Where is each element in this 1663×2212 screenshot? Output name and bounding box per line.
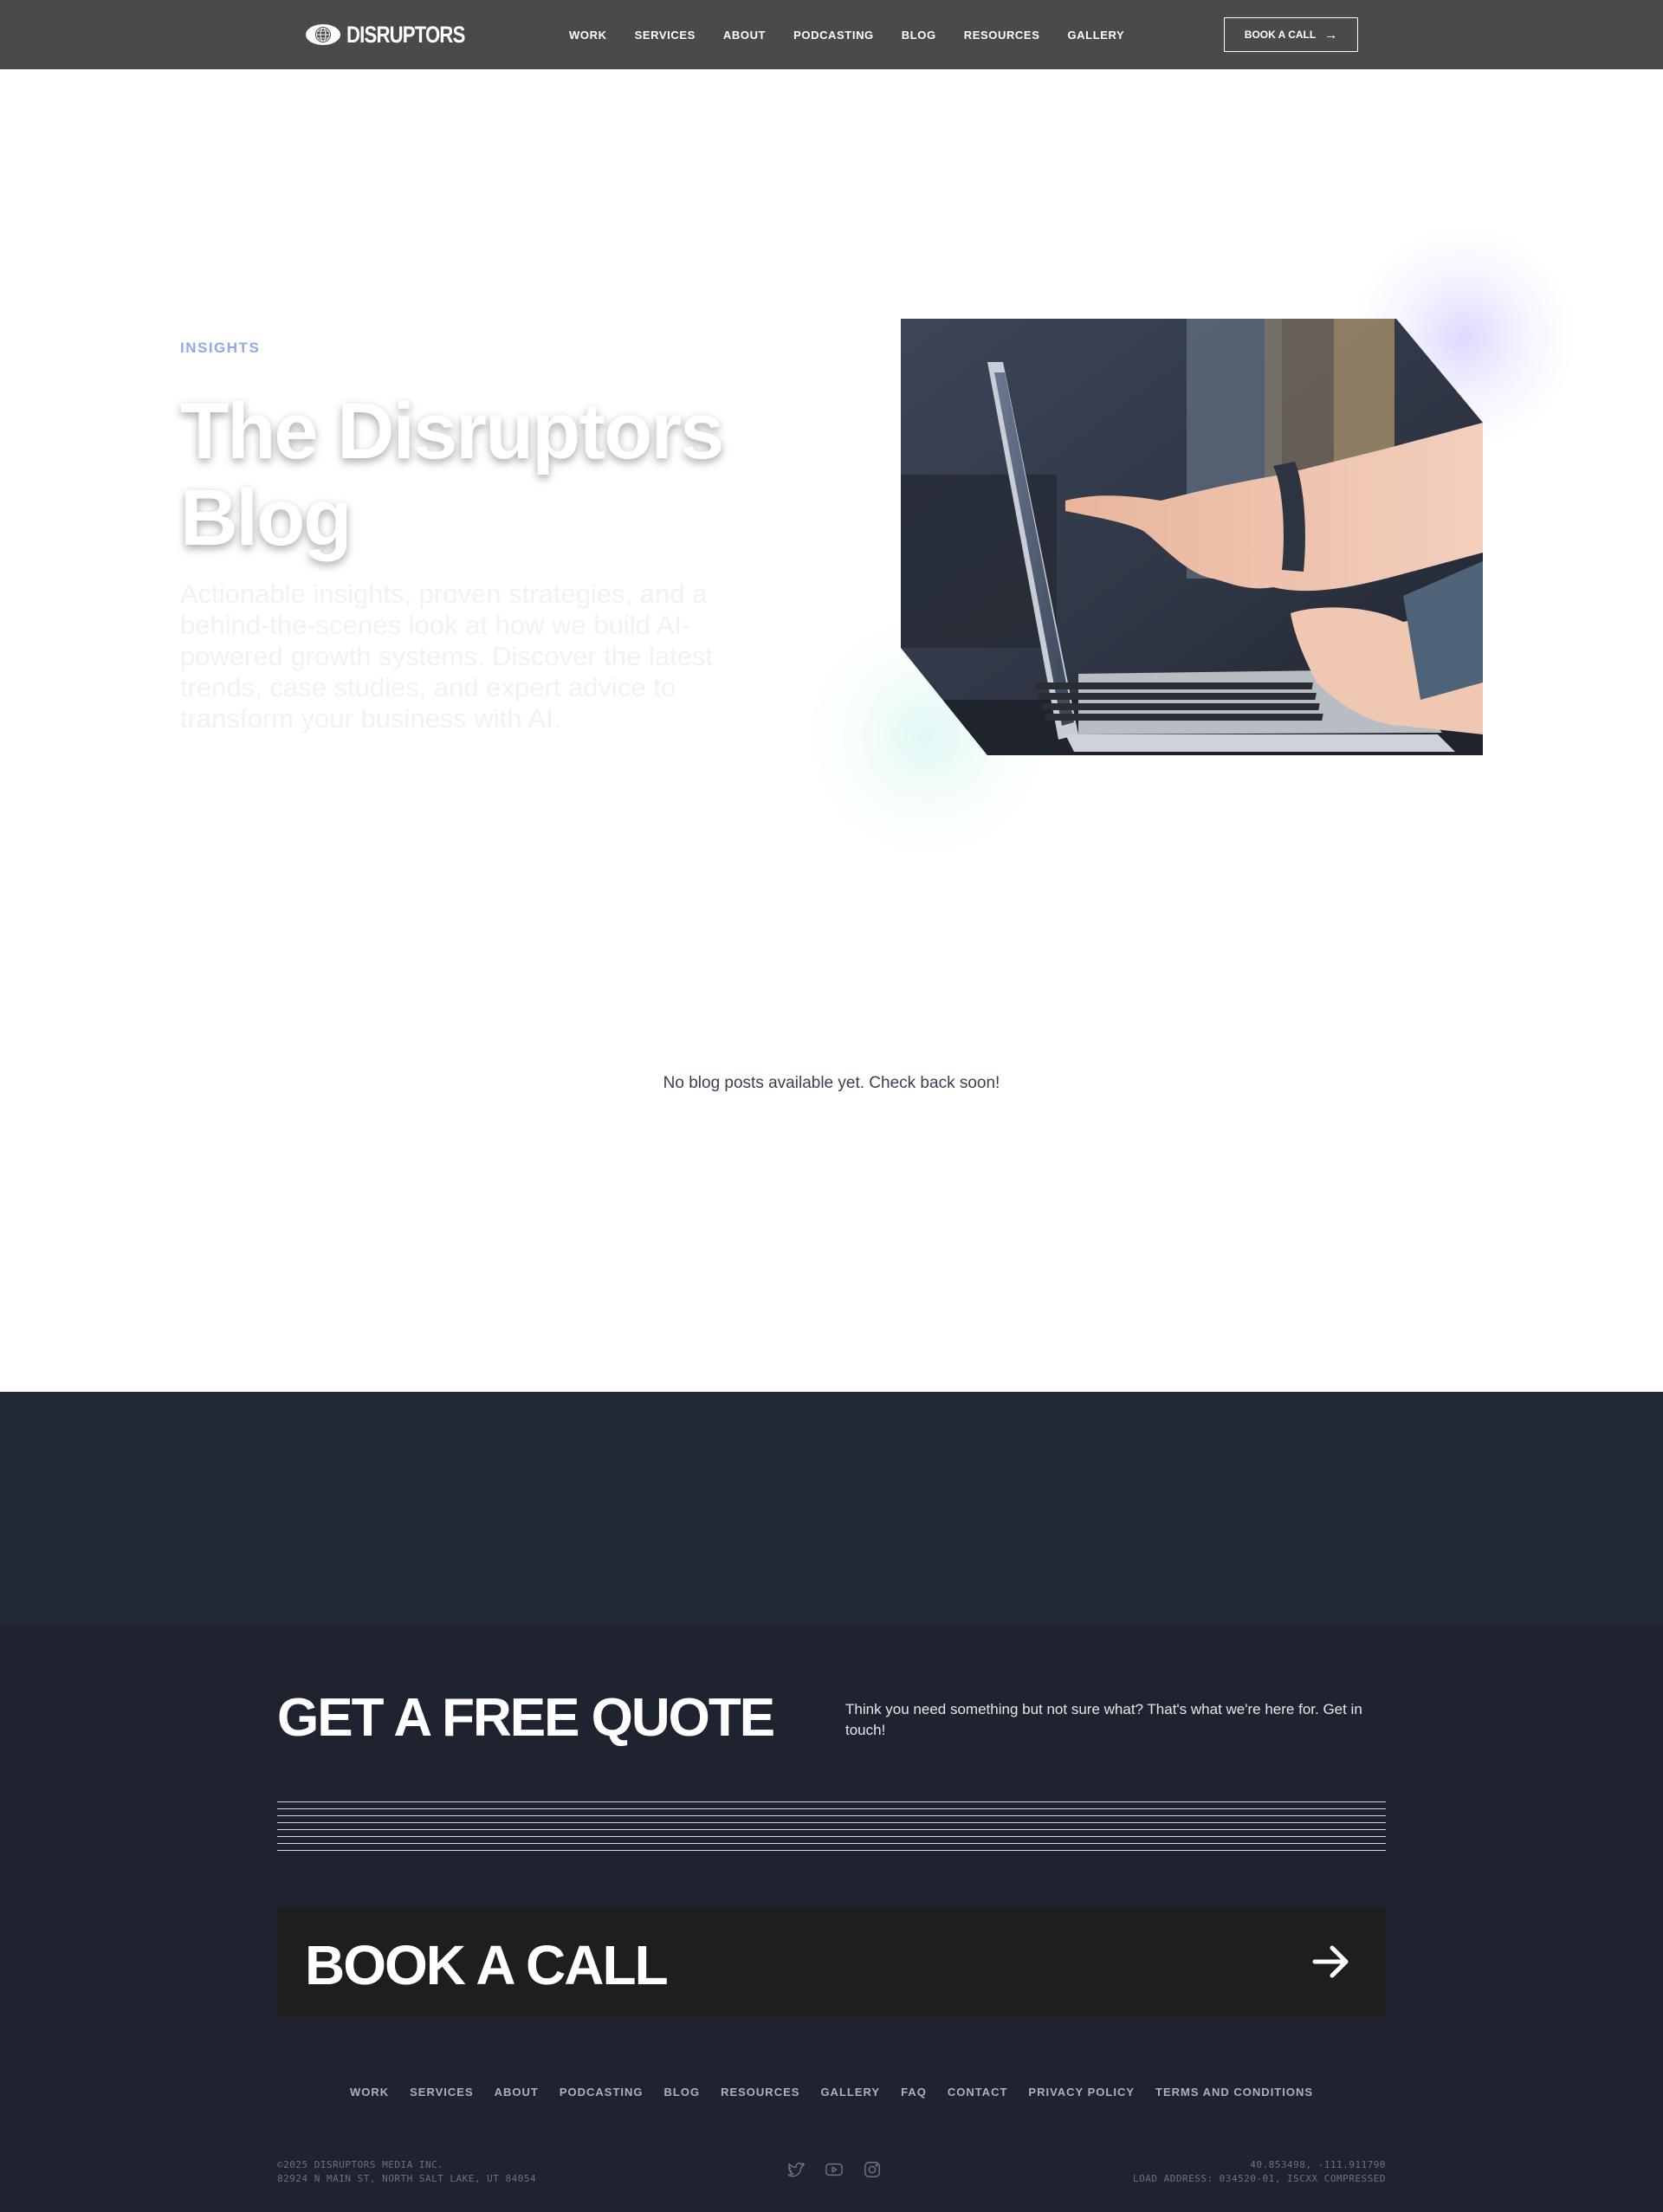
- footer-meta: 40.853498, -111.911790 LOAD ADDRESS: 034…: [1133, 2158, 1386, 2186]
- footer-nav: WORK SERVICES ABOUT PODCASTING BLOG RESO…: [0, 2086, 1663, 2099]
- decorative-lines: [277, 1801, 1386, 1852]
- hero-eyebrow: INSIGHTS: [180, 340, 261, 356]
- top-nav: DISRUPTORS WORK SERVICES ABOUT PODCASTIN…: [0, 0, 1663, 69]
- logo[interactable]: DISRUPTORS: [305, 21, 491, 49]
- page-title: The Disruptors Blog: [180, 387, 724, 562]
- book-a-call-banner-button[interactable]: BOOK A CALL: [277, 1907, 1386, 2016]
- nav-link-blog[interactable]: BLOG: [902, 29, 936, 42]
- globe-logo-icon: [306, 24, 340, 45]
- book-a-call-button[interactable]: BOOK A CALL →: [1224, 17, 1358, 52]
- social-links: [786, 2160, 882, 2179]
- empty-blog-message: No blog posts available yet. Check back …: [663, 1074, 1000, 1092]
- coordinates-text: 40.853498, -111.911790: [1250, 2159, 1386, 2170]
- footer-link-privacy-policy[interactable]: PRIVACY POLICY: [1028, 2086, 1135, 2099]
- nav-link-work[interactable]: WORK: [569, 29, 607, 42]
- nav-link-gallery[interactable]: GALLERY: [1067, 29, 1124, 42]
- quote-description: Think you need something but not sure wh…: [845, 1701, 1362, 1738]
- footer-link-podcasting[interactable]: PODCASTING: [560, 2086, 644, 2099]
- nav-link-about[interactable]: ABOUT: [723, 29, 766, 42]
- footer-link-terms[interactable]: TERMS AND CONDITIONS: [1155, 2086, 1313, 2099]
- footer-link-about[interactable]: ABOUT: [495, 2086, 539, 2099]
- footer-link-faq[interactable]: FAQ: [901, 2086, 927, 2099]
- footer-link-services[interactable]: SERVICES: [410, 2086, 474, 2099]
- twitter-icon[interactable]: [786, 2160, 806, 2179]
- footer-link-gallery[interactable]: GALLERY: [820, 2086, 880, 2099]
- nav-link-resources[interactable]: RESOURCES: [964, 29, 1040, 42]
- hero-laptop-image: [901, 319, 1483, 755]
- arrow-right-icon: [1312, 1945, 1349, 1978]
- footer-link-work[interactable]: WORK: [350, 2086, 389, 2099]
- instagram-icon[interactable]: [863, 2160, 882, 2179]
- dark-band: [0, 1392, 1663, 1626]
- nav-link-podcasting[interactable]: PODCASTING: [793, 29, 874, 42]
- hero-subtitle: Actionable insights, proven strategies, …: [180, 579, 714, 734]
- youtube-icon[interactable]: [825, 2160, 844, 2179]
- footer-legal: ©2025 DISRUPTORS MEDIA INC. 82924 N MAIN…: [277, 2158, 536, 2186]
- load-address-text: LOAD ADDRESS: 034520-01, ISCXX COMPRESSE…: [1132, 2173, 1386, 2184]
- quote-heading: GET A FREE QUOTE: [277, 1688, 775, 1748]
- logo-text: DISRUPTORS: [346, 21, 465, 48]
- book-a-call-banner-label: BOOK A CALL: [305, 1934, 669, 1996]
- main-nav: WORK SERVICES ABOUT PODCASTING BLOG RESO…: [569, 0, 1152, 69]
- footer-link-blog[interactable]: BLOG: [664, 2086, 701, 2099]
- address-text: 82924 N MAIN ST, NORTH SALT LAKE, UT 840…: [277, 2173, 537, 2184]
- copyright-text: ©2025 DISRUPTORS MEDIA INC.: [277, 2159, 444, 2170]
- book-a-call-label: BOOK A CALL: [1244, 29, 1317, 41]
- footer-link-resources[interactable]: RESOURCES: [721, 2086, 799, 2099]
- nav-link-services[interactable]: SERVICES: [635, 29, 696, 42]
- footer-link-contact[interactable]: CONTACT: [948, 2086, 1008, 2099]
- arrow-right-icon: →: [1324, 27, 1338, 42]
